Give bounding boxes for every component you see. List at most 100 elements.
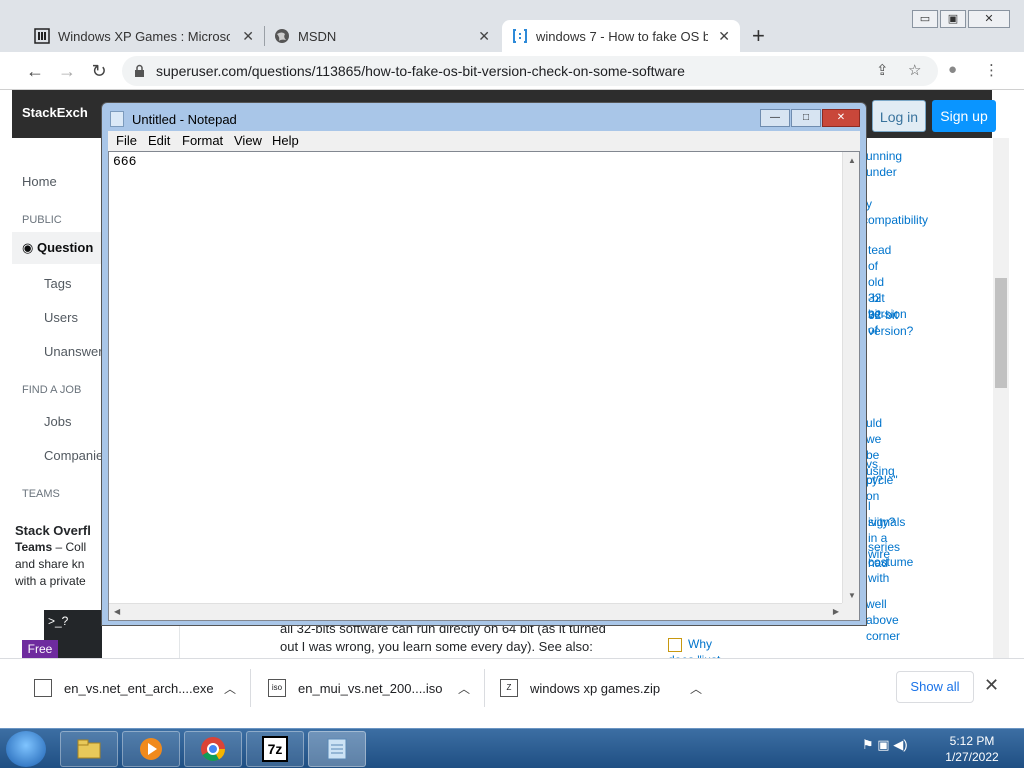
download-item[interactable]: Z windows xp games.zip ︿: [500, 659, 702, 717]
answered-icon: [668, 637, 682, 652]
notepad-text-area[interactable]: 666 ▲ ▼ ◀ ▶: [108, 151, 860, 621]
taskbar-7zip[interactable]: 7z: [246, 731, 304, 767]
related-link[interactable]: costume with: [868, 554, 913, 586]
tab-msdn[interactable]: MSDN ✕: [264, 20, 500, 52]
close-icon[interactable]: ✕: [984, 675, 999, 696]
scroll-up-icon[interactable]: ▲: [848, 156, 856, 165]
horizontal-scrollbar[interactable]: ◀ ▶: [109, 603, 844, 620]
browser-toolbar: ← → ↻ superuser.com/questions/113865/how…: [0, 52, 1024, 90]
login-button[interactable]: Log in: [872, 100, 926, 132]
tab-close-icon[interactable]: ✕: [478, 28, 490, 45]
size-grip[interactable]: [842, 603, 859, 620]
superuser-icon: [512, 28, 528, 44]
desktop-edge-text: M: [0, 57, 10, 69]
minimize-button[interactable]: —: [760, 109, 790, 127]
related-link[interactable]: 32-bit version?: [868, 307, 913, 339]
maximize-button[interactable]: □: [791, 109, 821, 127]
taskbar: 7z ⚑ ▣ ◀) 5:12 PM 1/27/2022: [0, 728, 1024, 768]
page-scrollbar[interactable]: [993, 138, 1009, 658]
download-name: windows xp games.zip: [530, 680, 661, 696]
notepad-titlebar[interactable]: Untitled - Notepad: [110, 108, 237, 130]
tab-close-icon[interactable]: ✕: [242, 28, 254, 45]
signup-button[interactable]: Sign up: [932, 100, 996, 132]
action-center-icon[interactable]: ⚑: [862, 737, 874, 752]
menu-help[interactable]: Help: [272, 133, 299, 148]
scroll-left-icon[interactable]: ◀: [114, 607, 120, 616]
tab-title: windows 7 - How to fake OS bit v: [536, 28, 708, 44]
tab-superuser[interactable]: windows 7 - How to fake OS bit v ✕: [502, 20, 740, 52]
notepad-menubar: File Edit Format View Help: [108, 131, 860, 151]
volume-icon[interactable]: ◀): [893, 737, 907, 752]
menu-file[interactable]: File: [116, 133, 137, 148]
download-item[interactable]: iso en_mui_vs.net_200....iso ︿: [268, 659, 470, 717]
menu-view[interactable]: View: [234, 133, 262, 148]
start-button[interactable]: [6, 731, 46, 767]
back-button[interactable]: ←: [22, 58, 48, 84]
stackexchange-logo[interactable]: StackExch: [22, 105, 88, 120]
related-link[interactable]: ivity?: [868, 514, 895, 530]
exe-icon: [34, 679, 52, 697]
download-name: en_vs.net_ent_arch....exe: [64, 680, 214, 696]
notepad-icon: [324, 736, 350, 762]
nav-companies[interactable]: Companie: [44, 448, 103, 463]
teams-line1: – Coll: [52, 540, 87, 554]
nav-section-find-job: FIND A JOB: [22, 384, 82, 396]
chevron-up-icon[interactable]: ︿: [458, 680, 470, 697]
share-icon[interactable]: ⇪: [876, 61, 889, 79]
download-item[interactable]: en_vs.net_ent_arch....exe ︿: [34, 659, 236, 717]
show-all-button[interactable]: Show all: [896, 671, 974, 703]
page-scroll-thumb[interactable]: [995, 278, 1007, 388]
related-link[interactable]: well above corner: [866, 596, 900, 644]
notepad-title: Untitled - Notepad: [132, 111, 237, 127]
taskbar-media-player[interactable]: [122, 731, 180, 767]
profile-icon[interactable]: ●: [948, 61, 957, 78]
scroll-right-icon[interactable]: ▶: [833, 607, 839, 616]
forward-button[interactable]: →: [54, 58, 80, 84]
chrome-icon: [200, 736, 226, 762]
maximize-button[interactable]: ▣: [940, 10, 966, 28]
taskbar-explorer[interactable]: [60, 731, 118, 767]
menu-edit[interactable]: Edit: [148, 133, 170, 148]
download-shelf: en_vs.net_ent_arch....exe ︿ iso en_mui_v…: [0, 658, 1024, 716]
address-bar[interactable]: superuser.com/questions/113865/how-to-fa…: [122, 56, 938, 86]
close-window-button[interactable]: ✕: [968, 10, 1010, 28]
free-badge[interactable]: Free: [22, 640, 58, 658]
window-controls: ▭ ▣ ✕: [912, 10, 1010, 28]
close-button[interactable]: ✕: [822, 109, 860, 127]
chevron-up-icon[interactable]: ︿: [690, 680, 702, 697]
related-link[interactable]: ry compatibility: [862, 196, 928, 228]
clock-date: 1/27/2022: [945, 750, 999, 764]
taskbar-notepad[interactable]: [308, 731, 366, 767]
reload-button[interactable]: ↻: [86, 58, 112, 84]
divider: [484, 669, 485, 707]
7zip-icon: 7z: [262, 736, 288, 762]
new-tab-button[interactable]: +: [752, 23, 765, 49]
tab-close-icon[interactable]: ✕: [718, 28, 730, 45]
menu-format[interactable]: Format: [182, 133, 223, 148]
nav-unanswered[interactable]: Unanswer: [44, 344, 103, 359]
vertical-scrollbar[interactable]: ▲ ▼: [842, 152, 859, 604]
tab-title: MSDN: [298, 28, 337, 44]
star-icon[interactable]: ☆: [908, 61, 921, 79]
nav-jobs[interactable]: Jobs: [44, 414, 71, 429]
chevron-up-icon[interactable]: ︿: [224, 680, 236, 697]
tab-windows-xp-games[interactable]: Windows XP Games : Microsoft C ✕: [24, 20, 264, 52]
clock[interactable]: 5:12 PM 1/27/2022: [930, 733, 1014, 765]
related-link[interactable]: unning under: [866, 148, 902, 180]
system-tray: ⚑ ▣ ◀): [862, 737, 908, 753]
clock-time: 5:12 PM: [949, 734, 995, 748]
nav-users[interactable]: Users: [44, 310, 78, 325]
taskbar-chrome[interactable]: [184, 731, 242, 767]
network-icon[interactable]: ▣: [877, 737, 889, 752]
lock-icon: [134, 64, 146, 78]
nav-tags[interactable]: Tags: [44, 276, 71, 291]
divider: [250, 669, 251, 707]
related-link-last[interactable]: Why does "just intonation" make it so di…: [668, 636, 724, 658]
minimize-button[interactable]: ▭: [912, 10, 938, 28]
scroll-down-icon[interactable]: ▼: [848, 591, 856, 600]
menu-icon[interactable]: ⋮: [984, 61, 999, 79]
nav-section-public: PUBLIC: [22, 214, 62, 226]
related-link[interactable]: pt?: [866, 472, 883, 488]
nav-home[interactable]: Home: [22, 174, 57, 189]
nav-questions-label: Question: [36, 240, 94, 255]
